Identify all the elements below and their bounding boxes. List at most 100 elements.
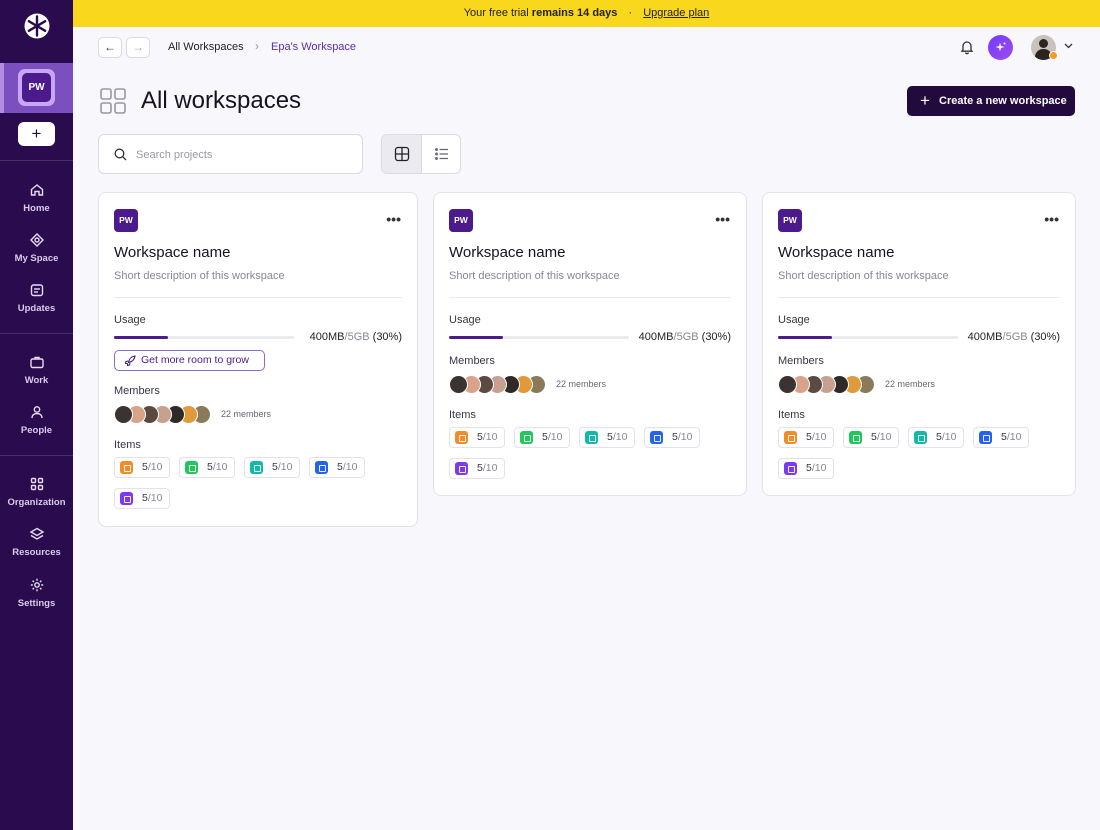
item-max: /10	[547, 431, 563, 443]
usage-total: 5GB	[676, 331, 699, 343]
card-divider	[449, 297, 731, 298]
item-count-chip[interactable]: 5/10	[973, 427, 1029, 448]
create-workspace-button[interactable]: + Create a new workspace	[907, 86, 1075, 116]
usage-used: 400MB	[638, 331, 674, 343]
usage-value: 400MB/5GB (30%)	[639, 331, 731, 343]
sidebar-item-home[interactable]: Home	[0, 182, 73, 214]
sidebar-item-people[interactable]: People	[0, 404, 73, 436]
sidebar-item-work[interactable]: Work	[0, 354, 73, 386]
item-count-chip[interactable]: 5/10	[449, 458, 505, 479]
workspace-card[interactable]: PW ••• Workspace name Short description of …	[433, 192, 747, 496]
item-count-chip[interactable]: 5/10	[114, 457, 170, 478]
item-count-chip[interactable]: 5/10	[778, 458, 834, 479]
members-count: 22 members	[556, 379, 607, 389]
item-count-chip[interactable]: 5/10	[309, 457, 365, 478]
item-type-icon	[250, 461, 263, 474]
list-view-icon	[435, 148, 448, 160]
back-button[interactable]: ←	[98, 37, 122, 58]
list-view-button[interactable]	[422, 135, 460, 173]
item-count: 5/10	[806, 428, 826, 447]
item-count-chip[interactable]: 5/10	[778, 427, 834, 448]
item-count: 5/10	[272, 458, 292, 477]
item-count-chip[interactable]: 5/10	[179, 457, 235, 478]
usage-label: Usage	[778, 314, 810, 326]
workspace-card[interactable]: PW ••• Workspace name Short description of …	[98, 192, 418, 527]
sidebar-item-label: People	[20, 425, 53, 436]
item-max: /10	[1006, 431, 1022, 443]
member-avatar[interactable]	[778, 375, 797, 394]
item-max: /10	[612, 431, 628, 443]
workspace-name[interactable]: Workspace name	[778, 244, 894, 261]
item-max: /10	[482, 431, 498, 443]
breadcrumb-all-workspaces[interactable]: All Workspaces	[168, 41, 244, 53]
item-count-chip[interactable]: 5/10	[579, 427, 635, 448]
workspace-description: Short description of this workspace	[778, 270, 949, 282]
get-more-room-label: Get more room to grow	[141, 354, 249, 366]
item-count-chip[interactable]: 5/10	[514, 427, 570, 448]
workspace-description: Short description of this workspace	[114, 270, 285, 282]
bell-icon[interactable]	[959, 39, 975, 55]
chevron-down-icon[interactable]	[1063, 40, 1074, 51]
item-max: /10	[876, 431, 892, 443]
forward-button[interactable]: →	[126, 37, 150, 58]
logo-icon[interactable]	[24, 13, 50, 39]
workspace-name[interactable]: Workspace name	[114, 244, 230, 261]
member-avatar[interactable]	[114, 405, 133, 424]
item-max: /10	[147, 461, 163, 473]
get-more-room-button[interactable]: Get more room to grow	[114, 350, 265, 371]
items-label: Items	[778, 409, 805, 421]
item-count-chip[interactable]: 5/10	[244, 457, 300, 478]
item-count-chip[interactable]: 5/10	[114, 488, 170, 509]
item-count: 5/10	[477, 459, 497, 478]
grid-view-button[interactable]	[382, 135, 422, 173]
grid-icon	[30, 477, 43, 491]
members-count: 22 members	[885, 379, 936, 389]
workspace-card[interactable]: PW ••• Workspace name Short description of …	[762, 192, 1076, 496]
sidebar-item-label: Organization	[7, 497, 66, 508]
sidebar-item-my-space[interactable]: My Space	[0, 232, 73, 264]
sidebar-item-settings[interactable]: Settings	[0, 577, 73, 609]
item-count: 5/10	[142, 489, 162, 508]
usage-percent: (30%)	[701, 331, 731, 343]
item-count-chip[interactable]: 5/10	[449, 427, 505, 448]
member-avatar[interactable]	[449, 375, 468, 394]
add-workspace-button[interactable]: +	[18, 122, 55, 146]
item-max: /10	[482, 462, 498, 474]
ai-assistant-button[interactable]	[988, 35, 1013, 60]
item-count-chip[interactable]: 5/10	[908, 427, 964, 448]
sparkle-icon	[995, 42, 1006, 52]
workspaces-grid-icon	[100, 88, 126, 114]
workspace-switcher-active[interactable]: PW	[0, 63, 73, 113]
sidebar-item-label: Updates	[17, 303, 56, 314]
more-options-button[interactable]: •••	[715, 211, 730, 227]
usage-progress-fill	[778, 336, 832, 339]
item-type-icon	[120, 492, 133, 505]
members-label: Members	[114, 385, 160, 397]
sidebar-divider	[0, 160, 73, 161]
sidebar-item-organization[interactable]: Organization	[0, 476, 73, 508]
item-count: 5/10	[542, 428, 562, 447]
usage-label: Usage	[449, 314, 481, 326]
members-label: Members	[778, 355, 824, 367]
presence-badge	[1049, 51, 1058, 60]
upgrade-plan-link[interactable]: Upgrade plan	[643, 7, 709, 19]
workspace-name[interactable]: Workspace name	[449, 244, 565, 261]
item-type-icon	[784, 431, 797, 444]
item-count: 5/10	[1001, 428, 1021, 447]
sidebar-item-label: Work	[24, 375, 49, 386]
layers-icon	[29, 527, 44, 540]
item-type-icon	[315, 461, 328, 474]
usage-progress-fill	[449, 336, 503, 339]
item-type-icon	[455, 462, 468, 475]
more-options-button[interactable]: •••	[1044, 211, 1059, 227]
sidebar-item-updates[interactable]: Updates	[0, 282, 73, 314]
item-count-chip[interactable]: 5/10	[644, 427, 700, 448]
usage-progress-fill	[114, 336, 168, 339]
search-input[interactable]	[136, 146, 346, 164]
sidebar-item-resources[interactable]: Resources	[0, 526, 73, 558]
breadcrumb-current[interactable]: Epa's Workspace	[271, 41, 356, 53]
more-options-button[interactable]: •••	[386, 211, 401, 227]
item-count-chip[interactable]: 5/10	[843, 427, 899, 448]
search-box	[98, 134, 363, 174]
grid-view-icon	[394, 146, 410, 162]
